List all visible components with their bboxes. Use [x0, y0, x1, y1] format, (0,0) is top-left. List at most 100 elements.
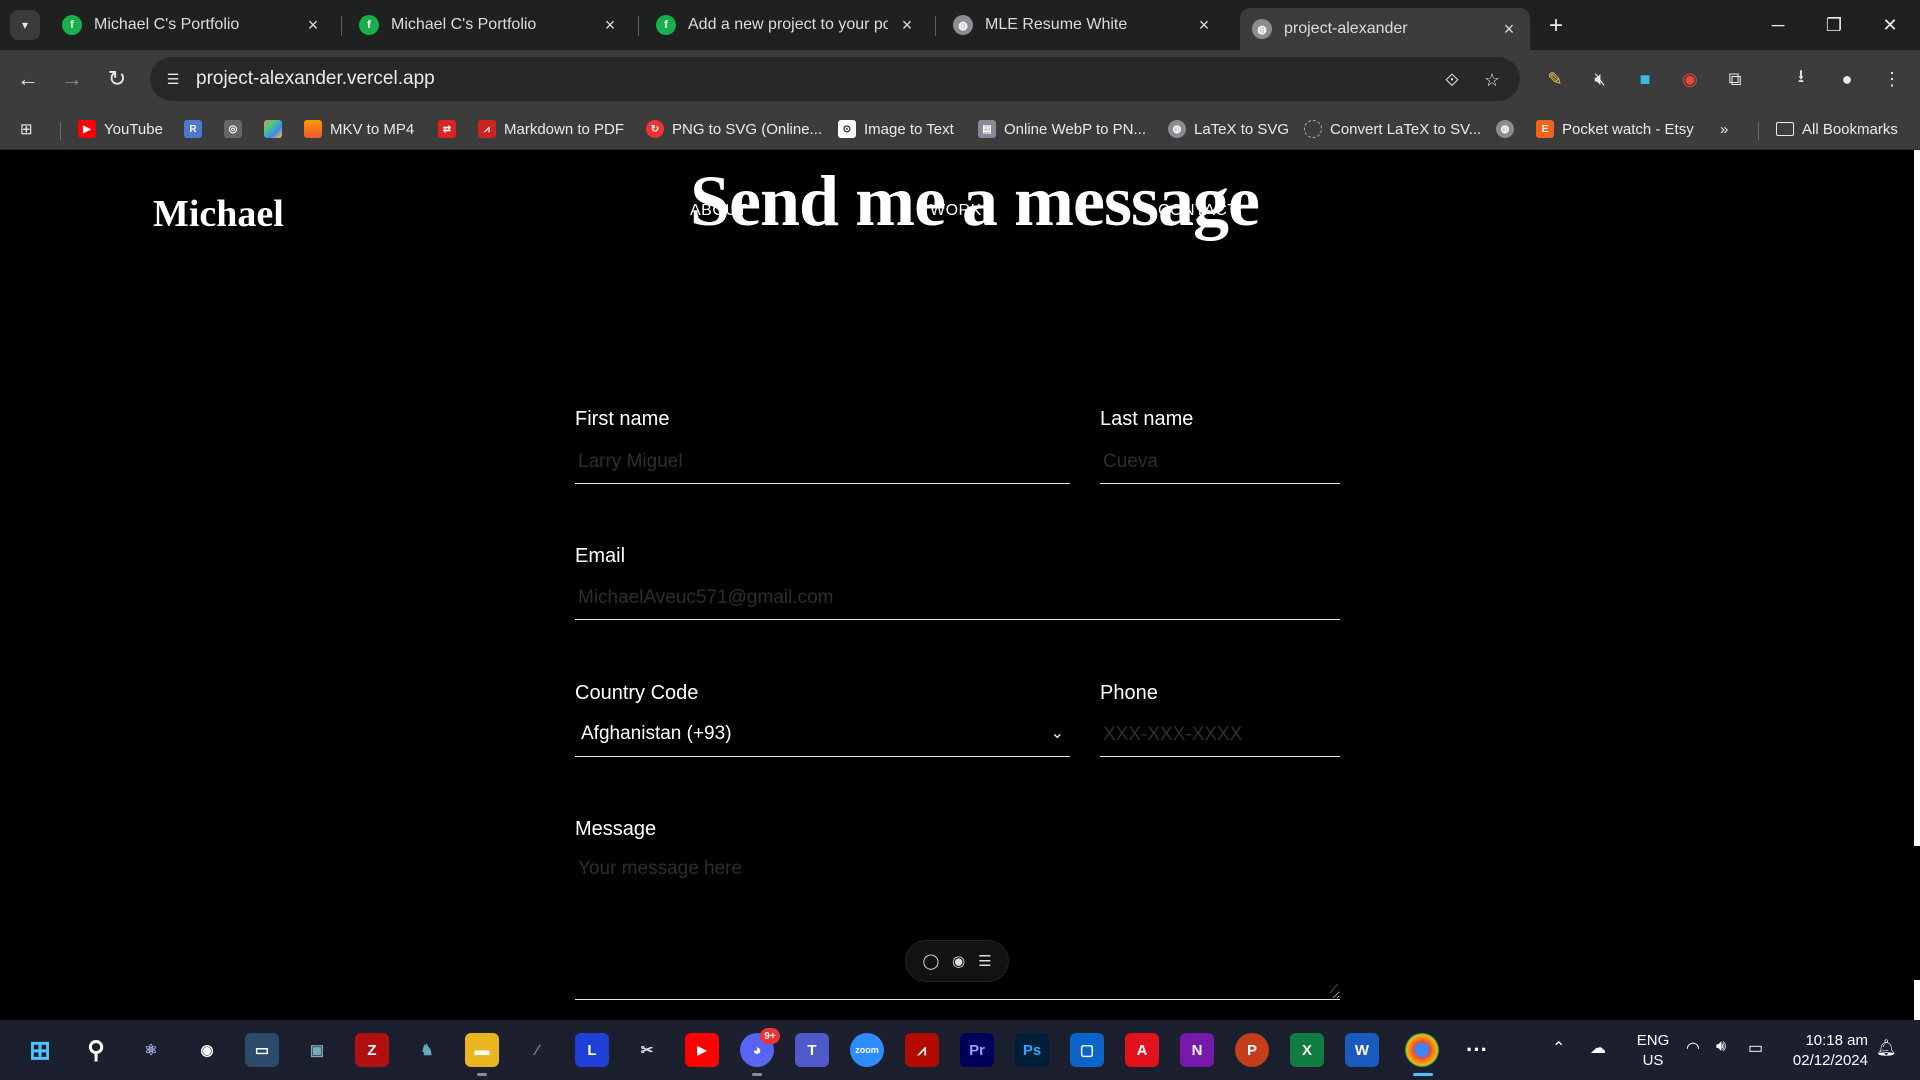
tab-2[interactable]: f Michael C's Portfolio × — [347, 8, 631, 42]
menu-list-icon[interactable]: ☰ — [978, 952, 991, 970]
bookmark-latex-to-svg[interactable]: ◍ LaTeX to SVG — [1168, 116, 1289, 142]
filezilla-icon[interactable]: Z — [355, 1033, 389, 1067]
profile-avatar-icon[interactable]: ● — [1832, 64, 1862, 94]
new-tab-button[interactable]: + — [1542, 12, 1570, 40]
notification-bell-icon[interactable]: 🔔︎ — [1876, 1038, 1896, 1058]
email-field[interactable] — [575, 576, 1340, 620]
resize-grip-icon[interactable]: ⟋ — [1330, 982, 1338, 997]
bookmark-pocket-watch[interactable]: E Pocket watch - Etsy — [1536, 116, 1694, 142]
feather-app-icon[interactable]: ∕ — [520, 1033, 554, 1067]
tab-search-button[interactable]: ▾ — [10, 10, 40, 40]
autocad-icon[interactable]: A — [1125, 1033, 1159, 1067]
more-apps-icon[interactable]: ··· — [1460, 1033, 1494, 1067]
translate-icon[interactable]: ⟐ — [1440, 68, 1464, 92]
search-icon[interactable]: ⚲ — [79, 1033, 113, 1067]
tab-5-active[interactable]: ◍ project-alexander × — [1240, 8, 1530, 50]
site-logo[interactable]: Michael — [153, 192, 284, 236]
bookmark-image-to-text[interactable]: ⊙ Image to Text — [838, 116, 954, 142]
bookmark-icon-only-1[interactable]: R — [184, 116, 210, 142]
youtube-app-icon[interactable]: ▶ — [685, 1033, 719, 1067]
phone-input[interactable] — [1100, 713, 1340, 756]
extension-q-icon[interactable]: ◉ — [1675, 64, 1705, 94]
comment-icon[interactable]: ◯ — [922, 952, 939, 970]
bookmark-png-to-svg[interactable]: ↻ PNG to SVG (Online... — [646, 116, 822, 142]
first-name-input[interactable] — [575, 440, 1070, 483]
nav-about-link[interactable]: ABOUT — [690, 202, 748, 220]
bookmark-youtube[interactable]: ▶ YouTube — [78, 116, 163, 142]
close-icon[interactable]: × — [599, 14, 621, 36]
blue-app-icon[interactable]: ▢ — [1070, 1033, 1104, 1067]
teams-icon[interactable]: T — [795, 1033, 829, 1067]
nav-contact-link[interactable]: CONTACT — [1158, 202, 1238, 220]
url-text[interactable]: project-alexander.vercel.app — [196, 68, 435, 90]
onenote-icon[interactable]: N — [1180, 1033, 1214, 1067]
l-app-icon[interactable]: L — [575, 1033, 609, 1067]
more-bookmarks-chevron-icon[interactable]: » — [1720, 116, 1728, 142]
premiere-icon[interactable]: Pr — [960, 1033, 994, 1067]
volume-icon[interactable]: 🔊︎ — [1716, 1038, 1726, 1056]
close-icon[interactable]: × — [896, 14, 918, 36]
menu-kebab-icon[interactable]: ⋮ — [1877, 64, 1907, 94]
photoshop-icon[interactable]: Ps — [1015, 1033, 1049, 1067]
bookmark-star-icon[interactable]: ☆ — [1480, 68, 1504, 92]
file-explorer-icon[interactable]: ▬ — [465, 1033, 499, 1067]
monitor-app-icon[interactable]: ▭ — [245, 1033, 279, 1067]
tab-4[interactable]: ◍ MLE Resume White × — [941, 8, 1225, 42]
acrobat-icon[interactable]: ⩘ — [905, 1033, 939, 1067]
zoom-icon[interactable]: zoom — [850, 1033, 884, 1067]
system-clock[interactable]: 10:18 am 02/12/2024 — [1786, 1031, 1868, 1071]
country-code-select[interactable]: Afghanistan (+93) ⌄ — [575, 713, 1070, 757]
back-button[interactable]: ← — [13, 64, 43, 94]
bookmark-icon-only-5[interactable]: ◍ — [1496, 116, 1522, 142]
phone-field[interactable] — [1100, 713, 1340, 757]
forward-button[interactable]: → — [57, 64, 87, 94]
bookmark-mkv-to-mp4[interactable]: MKV to MP4 — [304, 116, 414, 142]
chrome-icon[interactable] — [1405, 1033, 1439, 1067]
close-icon[interactable]: × — [1193, 14, 1215, 36]
windows-start-icon[interactable]: ⊞ — [23, 1033, 57, 1067]
first-name-field[interactable] — [575, 440, 1070, 484]
wifi-icon[interactable]: ◠ — [1686, 1038, 1700, 1058]
eye-icon[interactable]: ◉ — [952, 952, 965, 970]
word-icon[interactable]: W — [1345, 1033, 1379, 1067]
extensions-puzzle-icon[interactable]: ⧉ — [1720, 64, 1750, 94]
last-name-field[interactable] — [1100, 440, 1340, 484]
bookmark-icon-only-2[interactable]: ◎ — [224, 116, 250, 142]
address-bar[interactable]: ☰ project-alexander.vercel.app ⟐ ☆ — [150, 57, 1520, 101]
powerpoint-icon[interactable]: P — [1235, 1033, 1269, 1067]
bookmark-icon-only-4[interactable]: ⇄ — [438, 116, 464, 142]
tab-1[interactable]: f Michael C's Portfolio × — [50, 8, 334, 42]
bookmark-webp-to-png[interactable]: ▤ Online WebP to PN... — [978, 116, 1146, 142]
bookmark-convert-latex[interactable]: Convert LaTeX to SV... — [1304, 116, 1481, 142]
obs-icon[interactable]: ◉ — [190, 1033, 224, 1067]
email-input[interactable] — [575, 576, 1340, 619]
bookmark-markdown-to-pdf[interactable]: ⩘ Markdown to PDF — [478, 116, 624, 142]
nav-work-link[interactable]: WORK — [930, 202, 982, 220]
highlighter-extension-icon[interactable]: ✎ — [1540, 64, 1570, 94]
close-icon[interactable]: × — [302, 14, 324, 36]
network-app-icon[interactable]: ▣ — [300, 1033, 334, 1067]
apps-grid-icon[interactable]: ⊞ — [20, 116, 33, 142]
tab-3[interactable]: f Add a new project to your portf × — [644, 8, 928, 42]
last-name-input[interactable] — [1100, 440, 1340, 483]
all-bookmarks[interactable]: All Bookmarks — [1776, 116, 1898, 142]
onedrive-cloud-icon[interactable]: ☁ — [1590, 1038, 1606, 1058]
site-info-icon[interactable]: ☰ — [162, 68, 184, 90]
mute-tab-icon[interactable]: 🔇︎ — [1585, 64, 1615, 94]
restore-button[interactable]: ❐ — [1806, 0, 1862, 50]
minimize-button[interactable]: ─ — [1750, 0, 1806, 50]
bookmark-icon-only-3[interactable] — [264, 116, 290, 142]
reload-button[interactable]: ↻ — [102, 64, 132, 94]
atom-icon[interactable]: ⚛ — [134, 1033, 168, 1067]
close-window-button[interactable]: ✕ — [1862, 0, 1918, 50]
tray-overflow-chevron-icon[interactable]: ⌃ — [1552, 1038, 1565, 1058]
excel-icon[interactable]: X — [1290, 1033, 1324, 1067]
snipping-tool-icon[interactable]: ✂ — [630, 1033, 664, 1067]
input-language-indicator[interactable]: ENG US — [1635, 1031, 1671, 1071]
battery-icon[interactable]: ▭ — [1748, 1038, 1763, 1058]
page-scrollbar-thumb-lower[interactable] — [1914, 980, 1920, 1020]
download-icon[interactable]: ⭳ — [1786, 64, 1816, 94]
close-icon[interactable]: × — [1498, 18, 1520, 40]
page-scrollbar-thumb[interactable] — [1914, 150, 1920, 846]
extension-square-icon[interactable]: ■ — [1630, 64, 1660, 94]
